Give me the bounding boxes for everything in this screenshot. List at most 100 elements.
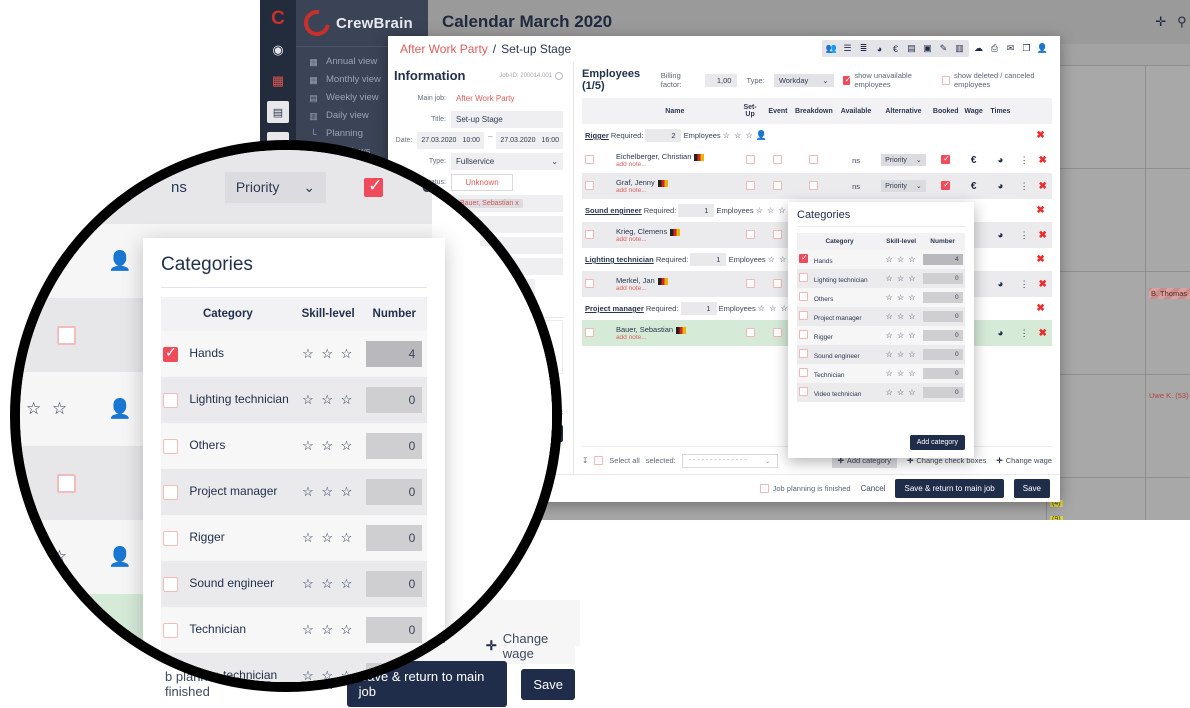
calendar-event[interactable]: B. Thomas 🍸	[1149, 288, 1190, 299]
change-wage-button[interactable]: ✛ Change wage	[996, 456, 1052, 465]
export-icon[interactable]: ▣	[921, 42, 934, 55]
group-name[interactable]: Sound engineer	[585, 206, 642, 215]
event-checkbox[interactable]	[773, 327, 783, 337]
required-input[interactable]: 2	[645, 129, 682, 142]
euro-icon[interactable]: €	[971, 155, 977, 166]
skill-stars[interactable]: ☆ ☆ ☆	[723, 131, 754, 140]
category-stars[interactable]: ☆ ☆ ☆	[886, 255, 917, 264]
row-checkbox[interactable]	[585, 229, 594, 239]
show-deleted-toggle[interactable]: show deleted / canceled employees	[942, 71, 1052, 89]
category-number-input[interactable]: 0	[922, 273, 963, 284]
clock-icon[interactable]: ◕	[997, 155, 1003, 166]
add-note-link[interactable]: add note...	[616, 334, 734, 341]
add-note-link[interactable]: add note...	[616, 187, 734, 194]
row-menu-icon[interactable]: ⋮	[1020, 181, 1029, 191]
setup-checkbox[interactable]	[745, 327, 755, 337]
category-stars[interactable]: ☆ ☆ ☆	[886, 369, 917, 378]
chart-icon[interactable]: ▥	[953, 42, 966, 55]
save-button[interactable]: Save	[1013, 479, 1050, 498]
setup-checkbox[interactable]	[10, 178, 19, 197]
category-number-input[interactable]: 4	[922, 254, 963, 265]
event-checkbox[interactable]	[57, 325, 76, 345]
start-date-input[interactable]: 27.03.2020 10:00	[417, 132, 484, 149]
alternative-select[interactable]: Priority ⌄	[224, 171, 327, 203]
category-stars[interactable]: ☆ ☆ ☆	[886, 350, 917, 359]
end-date-input[interactable]: 27.03.2020 16:00	[496, 132, 563, 149]
category-number-input[interactable]: 0	[922, 368, 963, 379]
setup-checkbox[interactable]	[745, 180, 755, 190]
card-icon[interactable]: ▤	[905, 42, 918, 55]
add-user-icon[interactable]: 👤	[756, 130, 767, 140]
category-checkbox[interactable]	[163, 576, 178, 592]
skill-stars[interactable]: ☆ ☆ ☆	[20, 547, 70, 567]
show-unavailable-toggle[interactable]: show unavailable employees	[842, 71, 934, 89]
alternative-select[interactable]: Priority ⌄	[881, 154, 926, 166]
list-ordered-icon[interactable]: ≣	[857, 42, 870, 55]
required-input[interactable]: 1	[680, 302, 717, 315]
dashboard-icon[interactable]: ◉	[267, 39, 289, 61]
clock-icon[interactable]: ◕	[997, 279, 1003, 290]
breadcrumb-parent[interactable]: After Work Party	[400, 42, 488, 56]
calendar-rail-icon[interactable]: ▦	[267, 70, 289, 92]
print-icon[interactable]: ⎙	[988, 42, 1001, 55]
add-category-button[interactable]: Add category	[909, 435, 965, 450]
search-icon[interactable]: ⚲	[1177, 14, 1187, 30]
job-finished-toggle[interactable]: Job planning is finished	[759, 484, 851, 493]
group-name[interactable]: Lighting technician	[585, 255, 654, 264]
remove-row-button[interactable]: ✖	[1039, 328, 1047, 339]
category-stars[interactable]: ☆ ☆ ☆	[302, 576, 354, 591]
client-input[interactable]: Client	[480, 156, 544, 180]
category-number-input[interactable]: 0	[922, 311, 963, 322]
remove-row-button[interactable]: ✖	[1039, 181, 1047, 192]
add-note-link[interactable]: add note...	[616, 285, 734, 292]
category-number-input[interactable]: 0	[922, 349, 963, 360]
project-manager-input[interactable]: Project manager	[480, 222, 544, 246]
event-checkbox[interactable]	[773, 229, 783, 239]
booked-checkbox[interactable]	[364, 176, 384, 197]
group-name[interactable]: Rigger	[585, 131, 609, 140]
workday-type-select[interactable]: Workday ⌄	[773, 73, 834, 87]
category-stars[interactable]: ☆ ☆ ☆	[302, 622, 354, 637]
category-stars[interactable]: ☆ ☆ ☆	[302, 346, 354, 361]
cancel-button[interactable]: Cancel	[861, 484, 886, 493]
category-checkbox[interactable]	[799, 368, 808, 377]
skill-stars[interactable]: ☆ ☆ ☆	[20, 399, 70, 419]
save-return-button[interactable]: Save & return to main job	[895, 479, 1004, 498]
category-number-input[interactable]: 0	[366, 387, 423, 413]
skill-stars[interactable]: ☆ ☆ ☆	[20, 251, 70, 271]
list-rail-icon[interactable]: ▤	[267, 101, 289, 123]
add-user-icon[interactable]: 👤	[1036, 42, 1049, 55]
breakdown-checkbox[interactable]	[809, 180, 819, 190]
row-checkbox[interactable]	[585, 278, 594, 288]
category-number-input[interactable]: 0	[366, 479, 423, 505]
category-checkbox[interactable]	[799, 387, 808, 396]
crewbrain-logo-icon[interactable]: C	[267, 8, 289, 30]
category-number-input[interactable]: 0	[922, 292, 963, 303]
calendar-cell[interactable]: 07	[1046, 168, 1146, 272]
category-stars[interactable]: ☆ ☆ ☆	[302, 530, 354, 545]
calendar-cell[interactable]: 29	[1046, 65, 1146, 169]
sort-icon[interactable]: ↧	[582, 456, 588, 465]
remove-group-button[interactable]: ✖	[1036, 205, 1044, 216]
calendar-cell[interactable]: 08	[1145, 168, 1190, 272]
required-input[interactable]: 1	[678, 204, 715, 217]
category-stars[interactable]: ☆ ☆ ☆	[886, 388, 917, 397]
category-checkbox[interactable]	[799, 311, 808, 320]
category-checkbox[interactable]	[163, 530, 178, 546]
euro-icon[interactable]: €	[971, 181, 977, 192]
calendar-cell[interactable]: 01	[1145, 65, 1190, 169]
title-input[interactable]: Set-up Stage	[451, 111, 563, 128]
row-checkbox[interactable]	[585, 154, 594, 164]
calendar-cell[interactable]: 15 B. Thomas 🍸	[1145, 271, 1190, 375]
category-checkbox[interactable]	[163, 344, 178, 362]
category-checkbox[interactable]	[799, 292, 808, 301]
row-menu-icon[interactable]: ⋮	[1020, 230, 1029, 240]
row-menu-icon[interactable]: ⋮	[1020, 155, 1029, 165]
euro-icon[interactable]: €	[889, 42, 902, 55]
calendar-cell[interactable]: 29	[1145, 477, 1190, 520]
plus-icon[interactable]: ✛	[1155, 14, 1166, 30]
calendar-cell[interactable]: 21	[1046, 374, 1146, 478]
setup-checkbox[interactable]	[10, 622, 19, 641]
category-number-input[interactable]: 4	[366, 341, 423, 367]
setup-checkbox[interactable]	[745, 229, 755, 239]
